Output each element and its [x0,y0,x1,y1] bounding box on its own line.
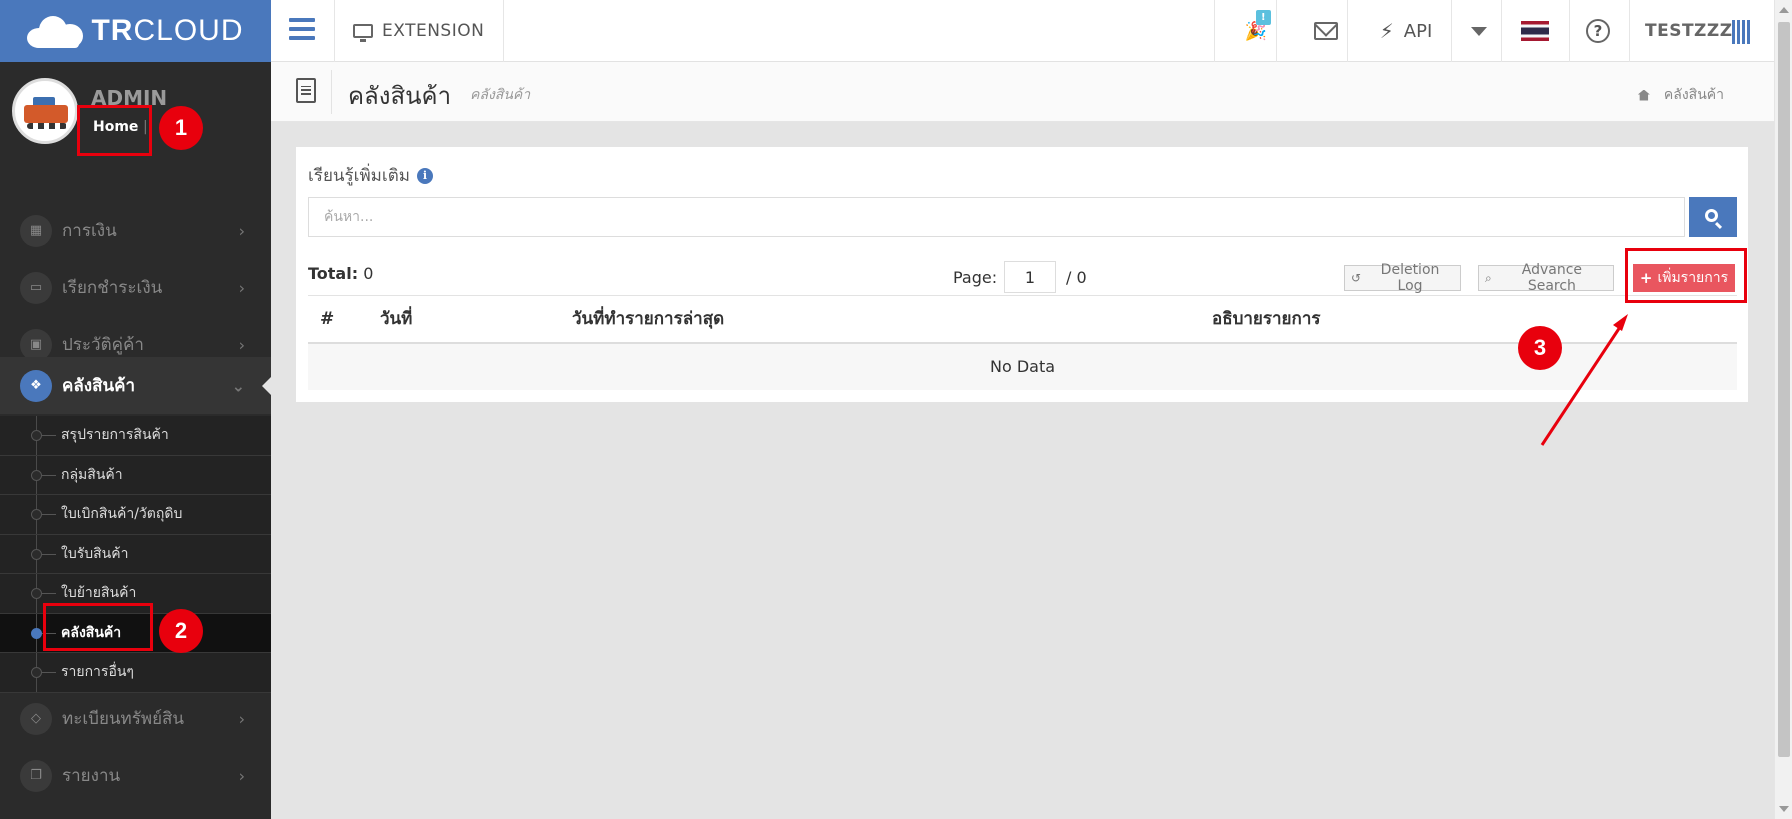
annotation-arrow-head [1613,314,1628,331]
scroll-up-arrow-icon[interactable] [1779,7,1789,13]
annotation-arrow [1540,314,1628,446]
annotation-arrow-line [1540,323,1624,446]
scrollbar[interactable] [1774,0,1792,819]
scrollbar-thumb[interactable] [1778,22,1790,757]
scroll-down-arrow-icon[interactable] [1779,806,1789,812]
